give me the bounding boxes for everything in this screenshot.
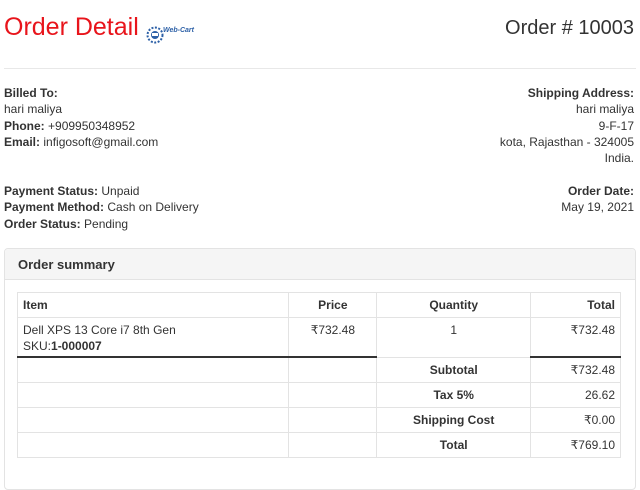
- order-items-table: Item Price Quantity Total Dell XPS 13 Co…: [16, 292, 621, 458]
- order-status-value: Pending: [84, 217, 129, 231]
- empty-cell: [16, 407, 290, 433]
- globe-cart-icon: [146, 26, 164, 44]
- tax-value: 26.62: [530, 382, 621, 408]
- item-quantity: 1: [376, 317, 532, 358]
- billing-email: Email: infigosoft@gmail.com: [4, 134, 158, 150]
- order-summary-header: Order summary: [5, 249, 635, 280]
- order-date-label: Order Date:: [567, 184, 634, 198]
- column-header-item: Item: [16, 292, 290, 318]
- item-total: ₹732.48: [530, 317, 621, 358]
- payment-status-label: Payment Status:: [4, 184, 99, 198]
- web-cart-logo: Web-Cart: [146, 24, 198, 46]
- order-date-value: May 19, 2021: [561, 200, 634, 214]
- shipping-line2: kota, Rajasthan - 324005: [499, 135, 634, 149]
- order-status-label: Order Status:: [4, 217, 81, 231]
- order-summary-title: Order summary: [18, 257, 115, 272]
- shipping-country: India.: [604, 151, 634, 165]
- grand-total-value: ₹769.10: [530, 432, 621, 458]
- billed-to-heading: Billed To:: [4, 86, 58, 100]
- payment-status: Payment Status: Unpaid: [4, 183, 139, 199]
- item-sku: SKU:1-000007: [23, 338, 283, 354]
- grand-total-label: Total: [376, 432, 532, 458]
- column-header-total: Total: [530, 292, 621, 318]
- billing-phone: Phone: +909950348952: [4, 118, 135, 134]
- shipping-line1: 9-F-17: [598, 119, 634, 133]
- phone-value: +909950348952: [48, 119, 136, 133]
- empty-cell: [288, 432, 378, 458]
- email-label: Email:: [4, 135, 41, 149]
- order-status: Order Status: Pending: [4, 216, 128, 232]
- sku-label: SKU:: [23, 339, 52, 353]
- grand-total-row: Total ₹769.10: [16, 432, 621, 458]
- empty-cell: [288, 382, 378, 408]
- tax-row: Tax 5% 26.62: [16, 382, 621, 408]
- payment-method-label: Payment Method:: [4, 200, 105, 214]
- payment-method-value: Cash on Delivery: [107, 200, 199, 214]
- empty-cell: [16, 356, 290, 383]
- empty-cell: [288, 407, 378, 433]
- payment-method: Payment Method: Cash on Delivery: [4, 199, 199, 215]
- item-cell: Dell XPS 13 Core i7 8th Gen SKU:1-000007: [16, 317, 290, 358]
- header-divider: [4, 68, 636, 69]
- table-row: Dell XPS 13 Core i7 8th Gen SKU:1-000007…: [16, 317, 621, 358]
- empty-cell: [16, 432, 290, 458]
- column-header-quantity: Quantity: [376, 292, 532, 318]
- phone-label: Phone:: [4, 119, 45, 133]
- email-value: infigosoft@gmail.com: [43, 135, 159, 149]
- shipping-cost-value: ₹0.00: [530, 407, 621, 433]
- subtotal-row: Subtotal ₹732.48: [16, 356, 621, 383]
- shipping-cost-label: Shipping Cost: [376, 407, 532, 433]
- billing-name: hari maliya: [4, 102, 63, 116]
- logo-text: Web-Cart: [163, 27, 194, 34]
- sku-value: 1-000007: [51, 339, 102, 353]
- shipping-heading: Shipping Address:: [527, 86, 634, 100]
- payment-status-value: Unpaid: [101, 184, 140, 198]
- shipping-name: hari maliya: [575, 102, 634, 116]
- subtotal-value: ₹732.48: [530, 356, 621, 383]
- item-name: Dell XPS 13 Core i7 8th Gen: [23, 323, 176, 337]
- empty-cell: [16, 382, 290, 408]
- page-title: Order Detail: [4, 13, 139, 41]
- empty-cell: [288, 356, 378, 383]
- shipping-cost-row: Shipping Cost ₹0.00: [16, 407, 621, 433]
- order-number: Order # 10003: [505, 17, 634, 39]
- column-header-price: Price: [288, 292, 378, 318]
- item-price: ₹732.48: [288, 317, 378, 358]
- table-header-row: Item Price Quantity Total: [16, 292, 621, 318]
- tax-label: Tax 5%: [376, 382, 532, 408]
- subtotal-label: Subtotal: [376, 356, 532, 383]
